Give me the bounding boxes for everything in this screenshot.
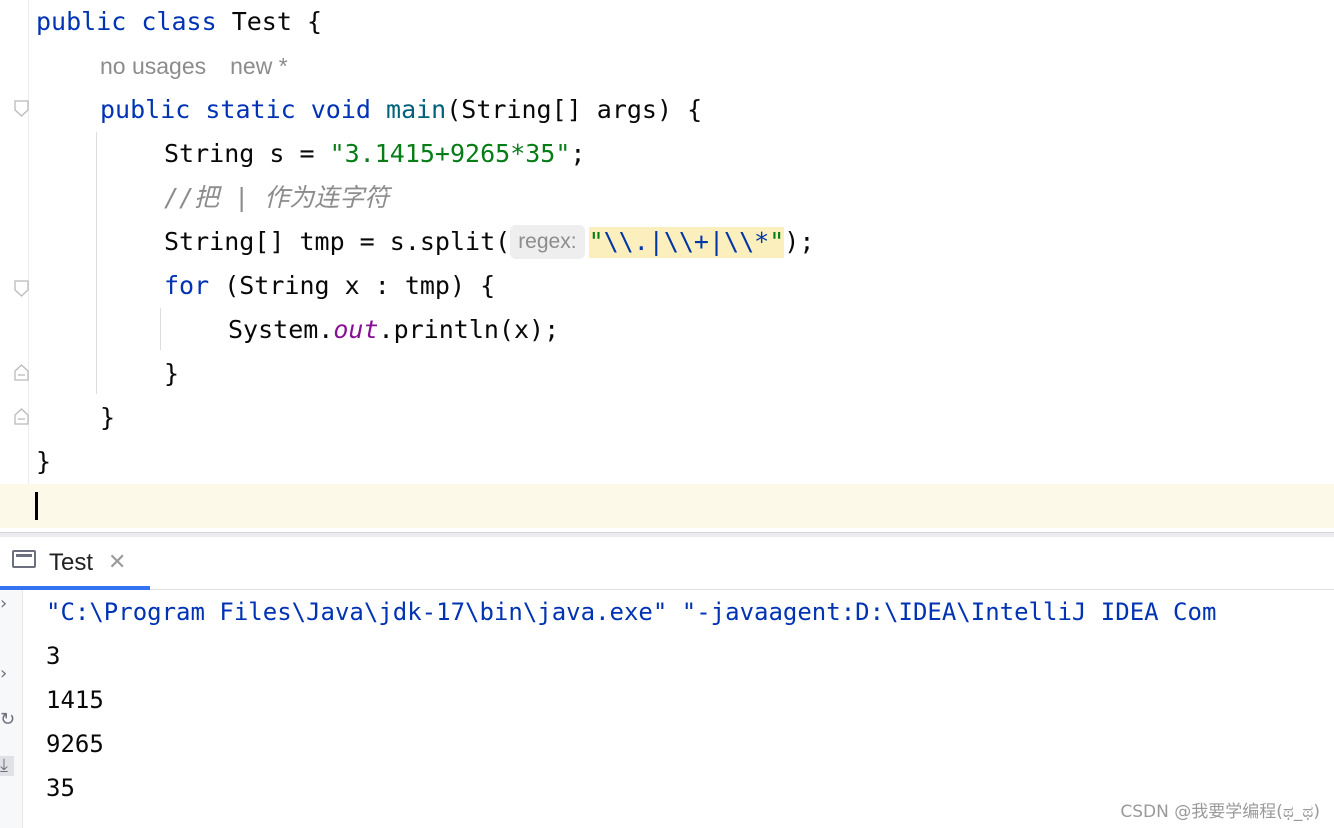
code-line-close-main: }: [100, 403, 116, 432]
code-editor[interactable]: public class Test { no usages new * publi…: [0, 0, 1334, 528]
fold-end-icon[interactable]: [14, 408, 29, 425]
watermark: CSDN @我要学编程(ಥ_ಥ): [1120, 802, 1320, 822]
indent-guide: [96, 132, 97, 394]
tab-label: Test: [49, 549, 94, 576]
author-hint: new *: [230, 53, 288, 79]
console-output-line: 9265: [46, 730, 104, 758]
code-line-comment: //把 | 作为连字符: [164, 183, 390, 212]
code-line-println: System.out.println(x);: [228, 315, 560, 344]
code-line-close-for: }: [164, 359, 180, 388]
tab-run-test[interactable]: Test ✕: [0, 537, 150, 590]
close-icon[interactable]: ✕: [108, 537, 126, 589]
console-command-line: "C:\Program Files\Java\jdk-17\bin\java.e…: [46, 598, 1217, 626]
run-side-toolbar: › › ↻ ⤓: [0, 590, 23, 828]
console-output-line: 3: [46, 642, 61, 670]
side-toolbar-icon[interactable]: ›: [0, 664, 14, 684]
run-tab-bar: Test ✕: [0, 537, 1334, 590]
current-line[interactable]: [0, 484, 1334, 528]
text-caret: [35, 492, 38, 520]
code-line-string-decl: String s = "3.1415+9265*35";: [164, 139, 586, 168]
usage-hint[interactable]: no usages new *: [100, 44, 288, 88]
console-output-line: 35: [46, 774, 75, 802]
console-output-line: 1415: [46, 686, 104, 714]
usages-hint: no usages: [100, 53, 207, 79]
code-line-for: for (String x : tmp) {: [164, 271, 496, 300]
fold-end-icon[interactable]: [14, 364, 29, 381]
code-line-main-decl: public static void main(String[] args) {: [100, 95, 703, 124]
code-line-close-class: }: [36, 447, 52, 476]
side-toolbar-icon[interactable]: ↻: [0, 710, 15, 730]
regex-literal: "\\.|\\+|\\*": [588, 227, 785, 258]
fold-icon[interactable]: [14, 100, 29, 117]
indent-guide: [160, 308, 161, 350]
editor-gutter: [0, 0, 29, 528]
code-line-split: String[] tmp = s.split(regex: "\\.|\\+|\\…: [164, 220, 814, 264]
run-tab-icon: [12, 550, 36, 568]
code-line-class-decl: public class Test {: [36, 7, 323, 36]
side-toolbar-icon[interactable]: ›: [0, 594, 14, 614]
parameter-hint: regex:: [510, 225, 585, 259]
fold-icon[interactable]: [14, 280, 29, 297]
side-toolbar-icon[interactable]: ⤓: [0, 756, 14, 776]
